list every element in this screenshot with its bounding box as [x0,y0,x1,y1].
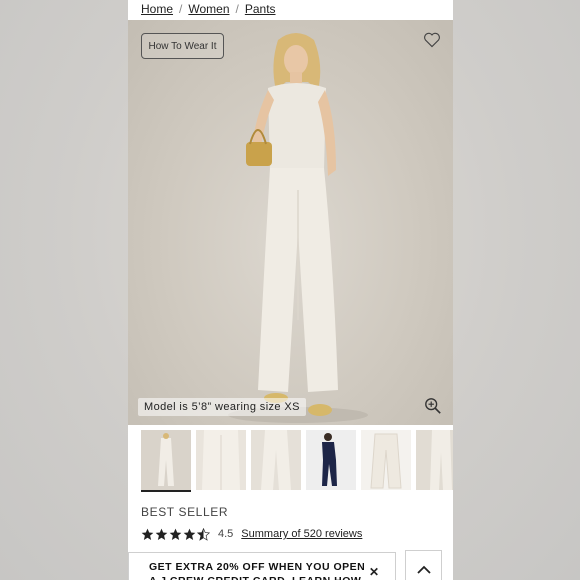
half-star-icon [197,527,210,541]
model-photo [228,33,368,423]
star-rating [141,527,210,541]
best-seller-badge: BEST SELLER [141,505,229,519]
breadcrumb: Home / Women / Pants [141,0,276,18]
star-icon [141,528,154,540]
thumbnail-1[interactable] [141,430,191,492]
thumbnail-strip [141,430,453,492]
breadcrumb-home[interactable]: Home [141,2,173,16]
thumbnail-5[interactable] [361,430,411,490]
star-icon [183,528,196,540]
star-icon [169,528,182,540]
breadcrumb-separator: / [179,2,183,16]
breadcrumb-women[interactable]: Women [188,2,229,16]
model-size-caption: Model is 5’8” wearing size XS [138,398,306,416]
heart-icon[interactable] [423,32,441,48]
thumbnail-3[interactable] [251,430,301,490]
how-to-wear-button[interactable]: How To Wear It [141,33,224,59]
product-page: Home / Women / Pants How To Wear It Mode… [128,0,453,580]
reviews-summary-link[interactable]: Summary of 520 reviews [241,528,362,540]
star-icon [155,528,168,540]
credit-card-promo-banner[interactable]: GET EXTRA 20% OFF WHEN YOU OPEN A J.CREW… [128,552,396,580]
chevron-up-icon [417,565,431,574]
rating-value: 4.5 [218,528,234,540]
zoom-in-icon[interactable] [424,397,442,415]
thumbnail-2[interactable] [196,430,246,490]
scroll-to-top-button[interactable] [405,550,442,580]
close-icon[interactable]: ✕ [369,565,379,579]
promo-text: GET EXTRA 20% OFF WHEN YOU OPEN A J.CREW… [149,561,366,580]
breadcrumb-separator: / [235,2,239,16]
product-hero-image[interactable]: How To Wear It Model is 5’8” wearing siz… [128,20,453,425]
breadcrumb-pants[interactable]: Pants [245,2,276,16]
rating-row: 4.5 Summary of 520 reviews [141,526,362,542]
thumbnail-6[interactable] [416,430,453,490]
thumbnail-4[interactable] [306,430,356,490]
